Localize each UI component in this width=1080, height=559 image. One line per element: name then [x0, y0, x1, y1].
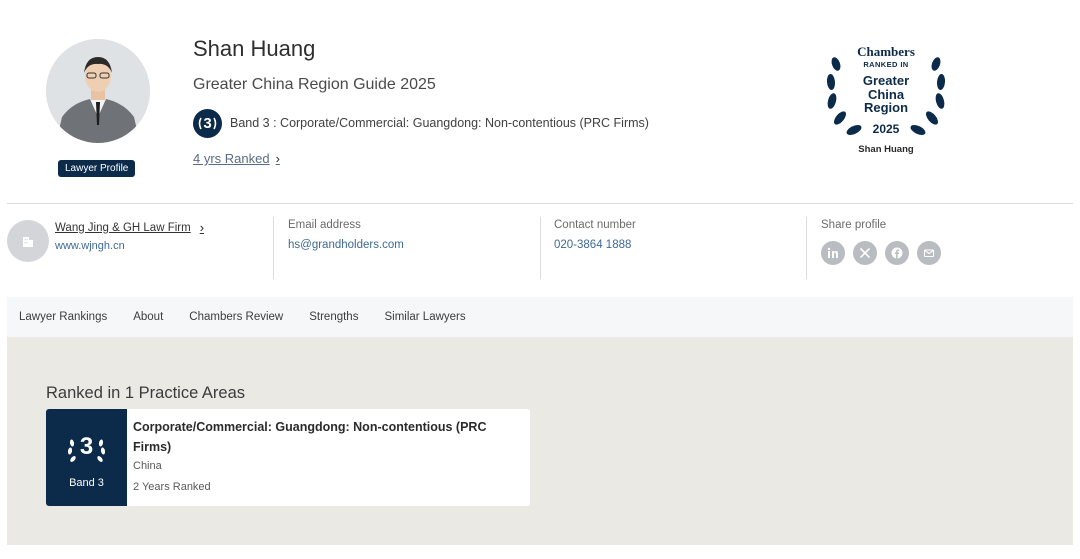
- header-divider: [7, 203, 1073, 204]
- tab-similar-lawyers[interactable]: Similar Lawyers: [384, 311, 465, 323]
- profile-header: Lawyer Profile Shan Huang Greater China …: [0, 0, 1080, 203]
- band-description: Band 3 : Corporate/Commercial: Guangdong…: [230, 116, 649, 130]
- tab-strengths[interactable]: Strengths: [309, 311, 358, 323]
- facebook-icon[interactable]: [885, 241, 909, 265]
- contact-label: Contact number: [554, 219, 636, 231]
- firm-website-link[interactable]: www.wjngh.cn: [55, 240, 125, 252]
- tab-chambers-review[interactable]: Chambers Review: [189, 311, 283, 323]
- lawyer-profile-badge: Lawyer Profile: [58, 160, 136, 177]
- email-icon[interactable]: [917, 241, 941, 265]
- email-link[interactable]: hs@grandholders.com: [288, 239, 404, 251]
- tab-lawyer-rankings[interactable]: Lawyer Rankings: [19, 311, 107, 323]
- years-ranked-label[interactable]: 4 yrs Ranked: [193, 151, 270, 166]
- badge-year: 2025: [872, 122, 900, 136]
- lawyer-name: Shan Huang: [193, 36, 316, 61]
- practice-area-card[interactable]: 3 Band 3 Corporate/Commercial: Guangdong…: [46, 409, 530, 506]
- linkedin-icon[interactable]: [821, 241, 845, 265]
- band-badge-icon: 3: [193, 108, 222, 138]
- tab-about[interactable]: About: [133, 311, 163, 323]
- info-separator: [806, 217, 807, 279]
- card-band-label: Band 3: [69, 477, 104, 489]
- profile-tabs: Lawyer Rankings About Chambers Review St…: [7, 297, 1073, 337]
- share-label: Share profile: [821, 219, 887, 231]
- chambers-logo-text: Chambers: [857, 44, 915, 59]
- x-icon[interactable]: [853, 241, 877, 265]
- guide-title: Greater China Region Guide 2025: [193, 76, 436, 93]
- badge-region: Greater China Region: [822, 74, 950, 115]
- badge-region-line1: Greater: [862, 73, 910, 88]
- chambers-ranked-badge: Chambers RANKED IN Greater China Region …: [822, 40, 950, 160]
- years-ranked-link[interactable]: 4 yrs Ranked ›: [193, 151, 280, 166]
- firm-name-label[interactable]: Wang Jing & GH Law Firm: [55, 222, 191, 234]
- contact-number-link[interactable]: 020-3864 1888: [554, 239, 631, 251]
- chevron-right-icon: ›: [275, 151, 280, 166]
- info-separator: [273, 217, 274, 279]
- ranked-in-label: RANKED IN: [863, 60, 909, 69]
- firm-name-link[interactable]: Wang Jing & GH Law Firm ›: [55, 220, 204, 235]
- card-years-ranked: 2 Years Ranked: [133, 481, 211, 493]
- card-band-panel: 3 Band 3: [46, 409, 127, 506]
- info-separator: [540, 217, 541, 279]
- badge-region-line3: Region: [863, 100, 909, 115]
- section-title: Ranked in 1 Practice Areas: [46, 384, 246, 402]
- chevron-right-icon: ›: [199, 220, 205, 235]
- card-practice-title[interactable]: Corporate/Commercial: Guangdong: Non-con…: [133, 417, 493, 457]
- email-label: Email address: [288, 219, 361, 231]
- lawyer-photo: [46, 39, 150, 143]
- rankings-section: Ranked in 1 Practice Areas 3 Band 3 Corp…: [7, 337, 1073, 545]
- badge-region-line2: China: [867, 86, 905, 102]
- card-location: China: [133, 460, 162, 472]
- card-band-number: 3: [79, 433, 94, 460]
- share-buttons: [821, 241, 941, 265]
- band-summary: 3 Band 3 : Corporate/Commercial: Guangdo…: [193, 108, 649, 138]
- badge-lawyer-name: Shan Huang: [858, 144, 914, 155]
- firm-building-icon: [7, 220, 49, 262]
